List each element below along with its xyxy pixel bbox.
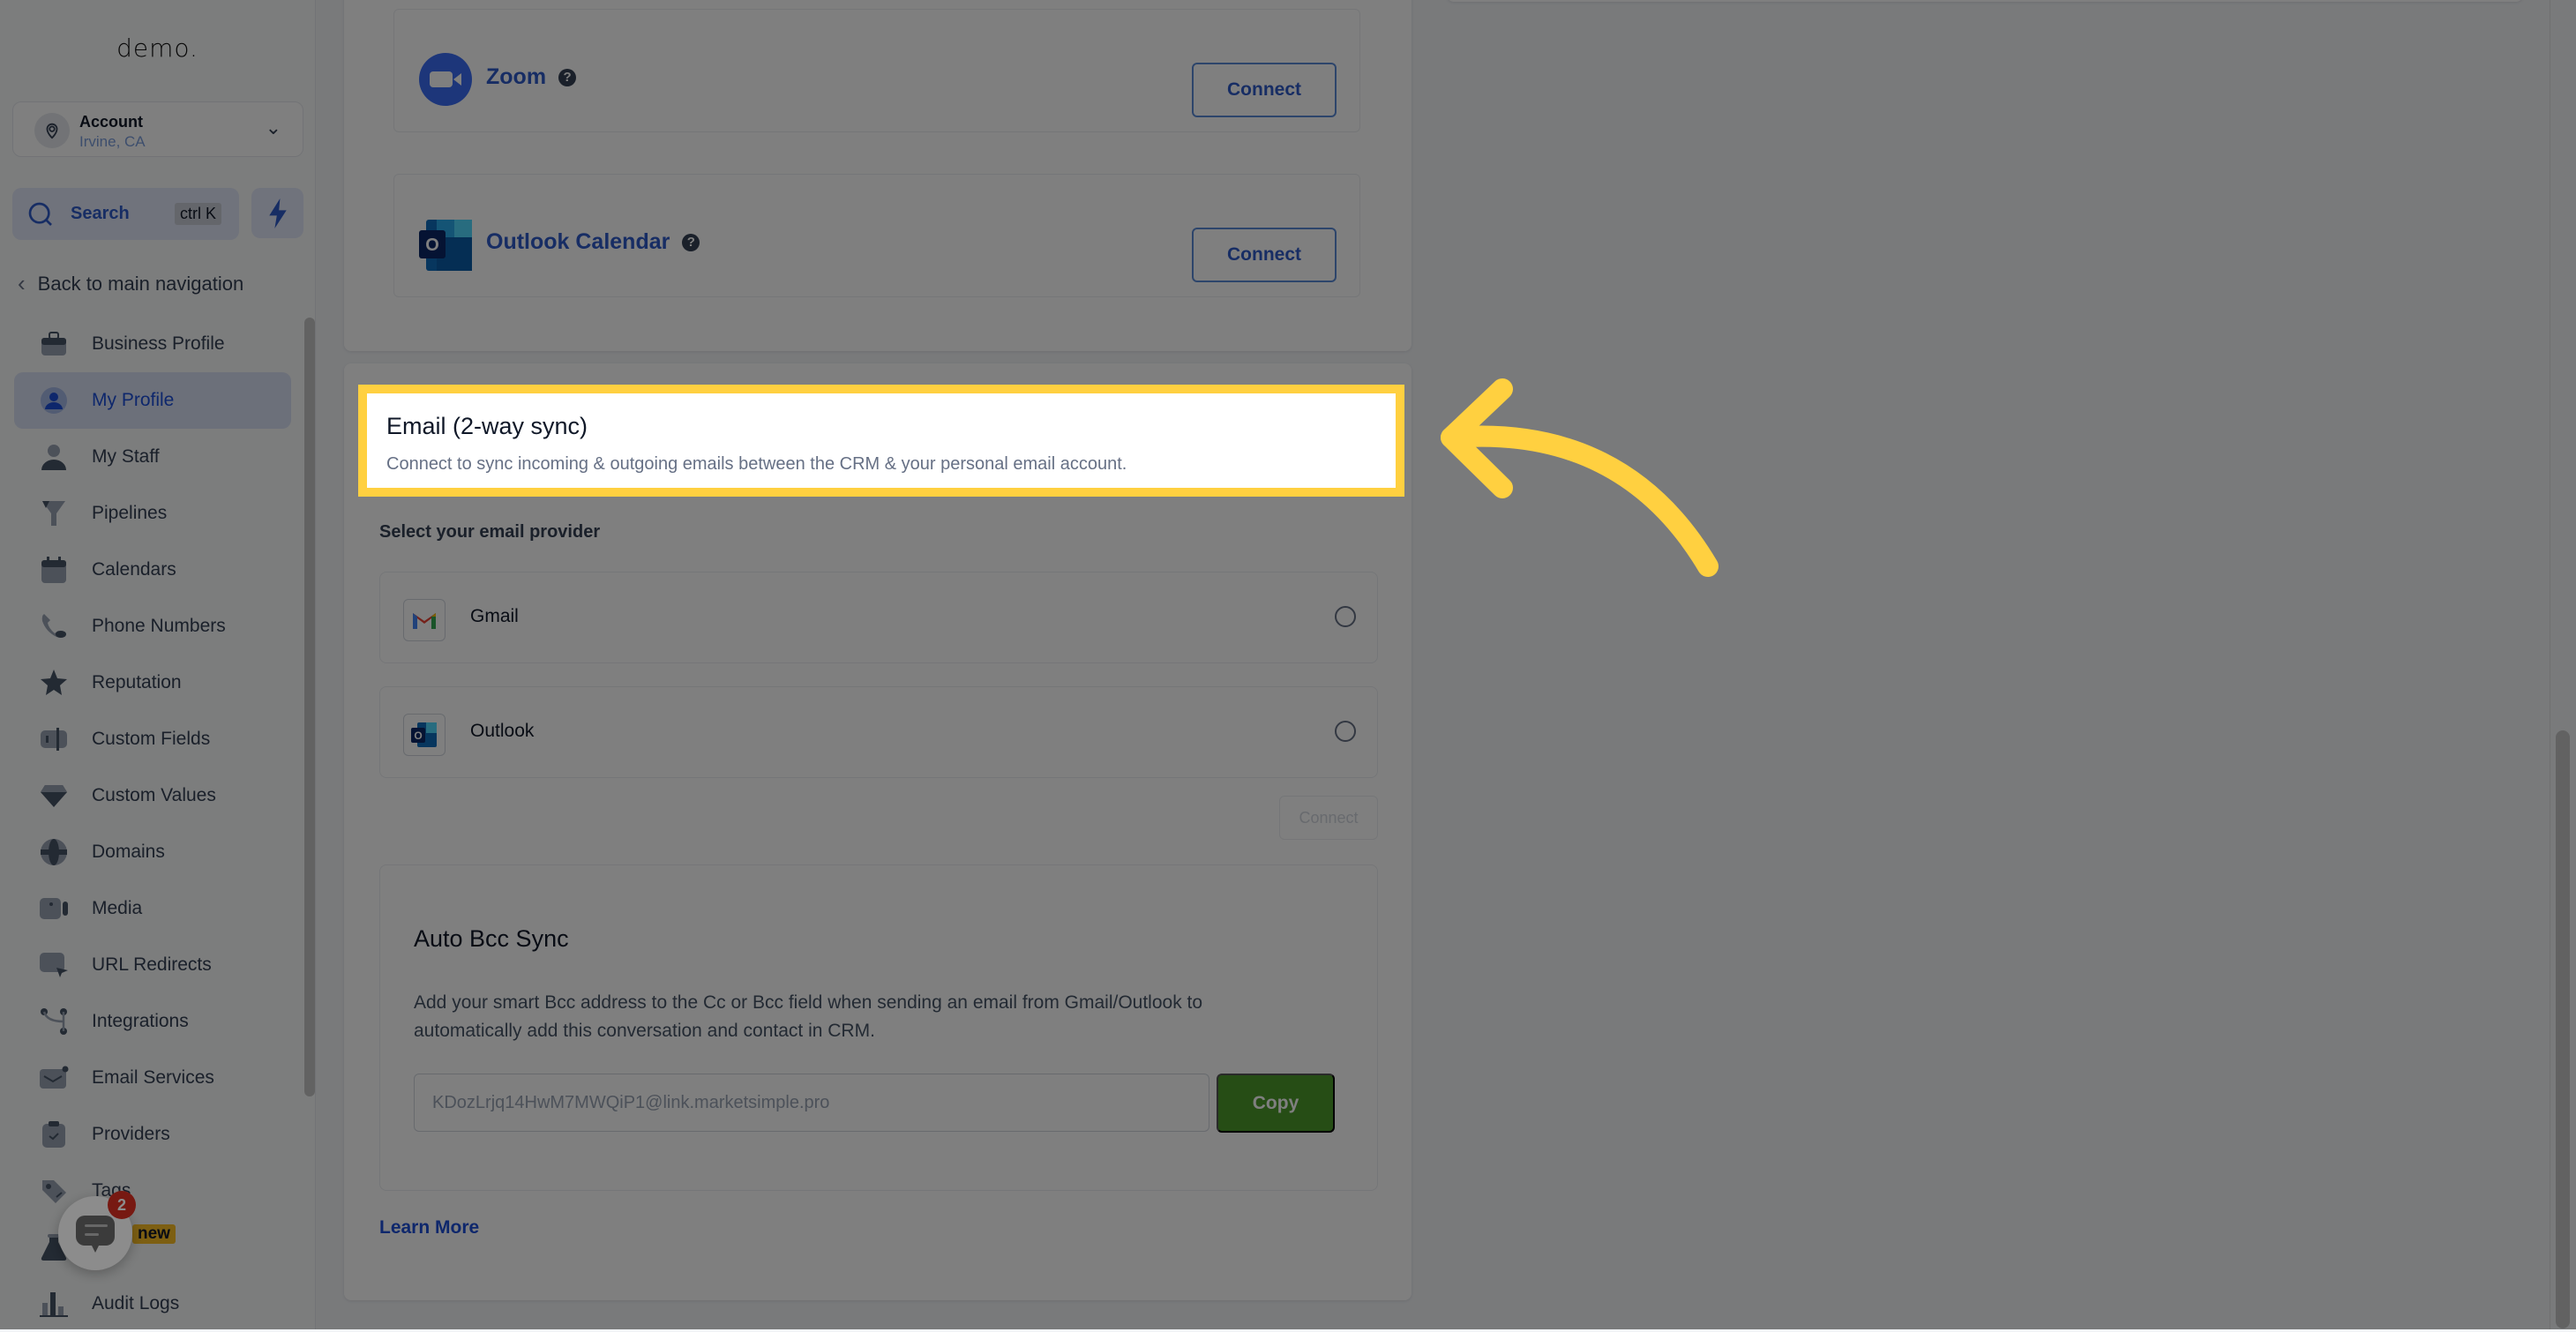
chat-widget-button[interactable]: 2	[58, 1191, 136, 1270]
pointer-arrow-icon	[1441, 378, 1719, 577]
chat-unread-badge: 2	[108, 1191, 136, 1219]
chat-icon	[76, 1216, 115, 1253]
